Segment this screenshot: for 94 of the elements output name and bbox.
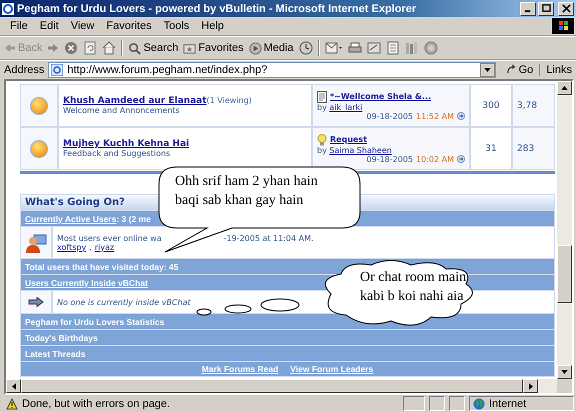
warning-icon	[6, 398, 18, 410]
section-title: What's Going On?	[25, 197, 125, 208]
window-title: Pegham for Urdu Lovers - powered by vBulletin - Microsoft Internet Explorer	[17, 2, 416, 14]
caret-icon	[528, 382, 532, 390]
caret-icon	[561, 86, 568, 90]
scroll-left-button[interactable]	[6, 379, 21, 393]
record-text: Most users ever online wa	[57, 234, 162, 242]
menu-item[interactable]: File	[4, 20, 34, 32]
thread-count: 31	[485, 144, 497, 154]
stop-icon[interactable]	[64, 41, 78, 55]
scroll-up-button[interactable]	[557, 81, 572, 95]
arrow-left-icon	[4, 43, 16, 53]
document-icon	[317, 90, 327, 102]
go-to-post-icon[interactable]	[457, 155, 465, 163]
maximize-button[interactable]	[538, 2, 554, 16]
close-button[interactable]	[558, 2, 574, 16]
status-message: Done, but with errors on page.	[22, 398, 171, 410]
chat-status-text: No one is currently inside vBChat	[57, 298, 192, 306]
scroll-down-button[interactable]	[557, 365, 572, 379]
post-date: 09-18-2005	[366, 112, 414, 120]
post-time: 11:52 AM	[416, 112, 454, 120]
menu-item[interactable]: Favorites	[100, 20, 158, 32]
post-time: 10:02 AM	[416, 154, 454, 164]
separator: ,	[89, 242, 92, 252]
browser-logo-icon	[2, 2, 14, 14]
by-label: by	[317, 146, 327, 154]
forum-status-icon	[30, 96, 48, 114]
visitors-count: Total users that have visited today: 45	[25, 262, 178, 272]
caret-icon	[12, 382, 16, 390]
go-button[interactable]: Go	[500, 64, 540, 76]
address-label: Address	[4, 64, 44, 76]
menu-item[interactable]: Tools	[158, 20, 196, 32]
go-to-post-icon[interactable]	[457, 112, 465, 120]
vertical-scrollbar[interactable]	[557, 81, 572, 379]
scrollbar-thumb[interactable]	[557, 245, 572, 303]
thread-count: 300	[482, 100, 500, 110]
username-link[interactable]: xoftspy	[57, 242, 86, 252]
play-icon	[248, 42, 262, 54]
print-icon[interactable]	[348, 41, 362, 55]
arrow-icon	[28, 297, 44, 307]
home-icon[interactable]	[102, 41, 116, 55]
windows-logo-icon	[552, 18, 574, 34]
address-field[interactable]: http://www.forum.pegham.net/index.php?	[48, 62, 496, 78]
mail-icon[interactable]	[324, 41, 343, 55]
caret-icon	[484, 68, 491, 72]
bubble-text: Ohh srif ham 2 yhan hain baqi sab khan gay hain	[175, 173, 318, 210]
record-date: -19-2005 at 11:04 AM.	[224, 234, 314, 242]
curved-arrow-icon	[506, 64, 517, 75]
viewing-count: (1 Viewing)	[206, 96, 252, 105]
author-link[interactable]: aik_larki	[329, 102, 362, 112]
star-folder-icon	[183, 42, 196, 54]
active-users-count: : 3 (2 me	[116, 214, 151, 224]
section-title: Pegham for Urdu Lovers Statistics	[25, 316, 164, 326]
lightbulb-icon	[317, 134, 327, 146]
messenger-icon[interactable]	[424, 41, 438, 55]
minimize-button[interactable]	[520, 2, 536, 16]
media-button[interactable]: Media	[248, 42, 294, 54]
forum-title-link[interactable]: Mujhey Kuchh Kehna Hai	[63, 139, 190, 149]
author-link[interactable]: Saima Shaheen	[329, 146, 392, 154]
search-button[interactable]: Search	[128, 42, 178, 54]
forum-title-link[interactable]: Khush Aamdeed aur Elanaat	[63, 96, 207, 106]
forum-description: Welcome and Annoncements	[63, 106, 181, 115]
menu-item[interactable]: Edit	[34, 20, 65, 32]
menu-item[interactable]: Help	[195, 20, 230, 32]
users-icon	[25, 232, 47, 254]
history-icon[interactable]	[298, 41, 313, 55]
by-label: by	[317, 102, 327, 112]
menu-item[interactable]: View	[64, 20, 100, 32]
post-date: 09-18-2005	[366, 154, 414, 164]
scroll-right-button[interactable]	[523, 379, 538, 393]
edit-icon[interactable]	[366, 41, 381, 55]
post-count: 3,78	[517, 100, 538, 110]
thread-title-link[interactable]: *~Wellcome Shela &...	[330, 92, 432, 101]
thread-title-link[interactable]: Request	[330, 135, 368, 144]
dropdown-button[interactable]	[480, 62, 495, 76]
scrollbar-corner	[557, 379, 572, 393]
page-icon	[51, 64, 64, 76]
security-zone: Internet	[489, 398, 526, 410]
post-count: 283	[517, 144, 534, 154]
bubble-text: Or chat room main kabi b koi nahi aia	[360, 269, 466, 306]
caret-icon	[561, 370, 568, 374]
section-title: Latest Threads	[25, 348, 86, 358]
globe-icon	[473, 398, 485, 410]
document-icon[interactable]	[386, 41, 400, 55]
refresh-icon[interactable]	[83, 41, 98, 55]
maximize-icon	[542, 4, 550, 13]
section-title: Today's Birthdays	[25, 332, 98, 342]
search-icon	[128, 42, 142, 54]
username-link[interactable]: riyaz	[94, 242, 114, 252]
close-icon	[562, 4, 570, 13]
favorites-button[interactable]: Favorites	[183, 42, 244, 54]
links-button[interactable]: Links	[544, 64, 574, 76]
forum-description: Feedback and Suggestions	[63, 149, 172, 158]
forum-status-icon	[30, 140, 48, 158]
